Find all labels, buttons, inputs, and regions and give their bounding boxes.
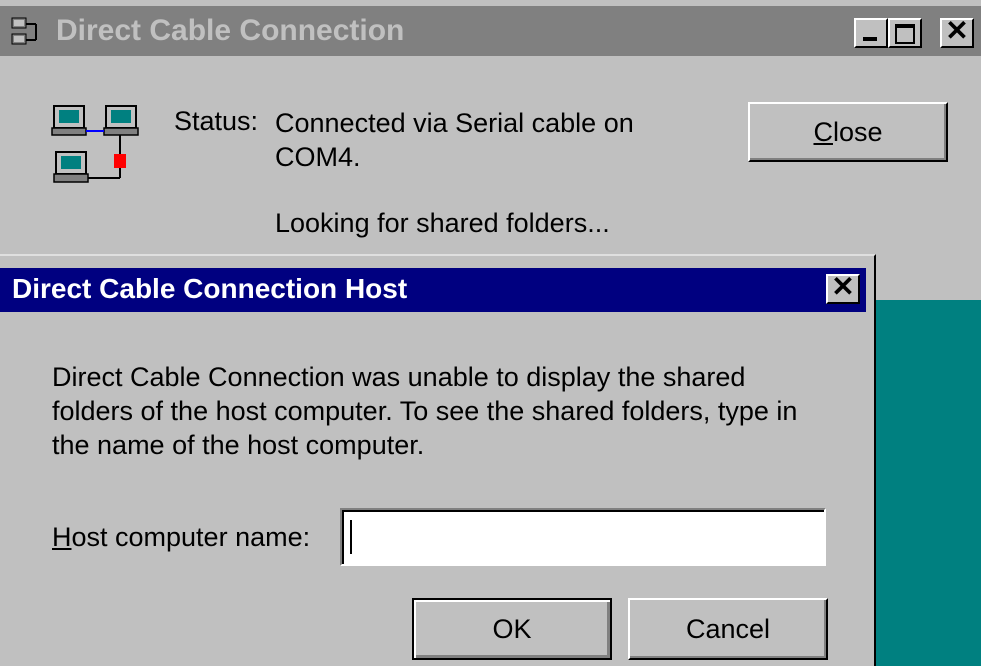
host-label-rest: ost computer name: — [71, 522, 311, 552]
close-icon: ✕ — [831, 271, 855, 302]
close-button[interactable]: Close — [748, 102, 948, 162]
ok-button[interactable]: OK — [412, 598, 612, 660]
network-computers-icon — [11, 17, 37, 45]
host-computer-name-label: Host computer name: — [52, 522, 310, 553]
close-window-button[interactable]: ✕ — [940, 15, 974, 48]
looking-for-folders-text: Looking for shared folders... — [275, 208, 610, 238]
host-dialog-message: Direct Cable Connection was unable to di… — [52, 362, 798, 460]
host-dialog-close-button[interactable]: ✕ — [826, 271, 860, 304]
host-dialog: Direct Cable Connection Host ✕ Direct Ca… — [0, 254, 876, 666]
status-text: Connected via Serial cable on COM4. — [275, 108, 634, 172]
host-dialog-title: Direct Cable Connection Host — [12, 273, 408, 304]
cable-connection-icon — [51, 105, 139, 183]
close-label-rest: lose — [832, 117, 883, 147]
text-caret — [350, 520, 352, 554]
close-icon: ✕ — [945, 15, 969, 46]
host-computer-name-input[interactable] — [340, 508, 826, 566]
back-window-titlebar[interactable]: Direct Cable Connection ✕ — [0, 6, 981, 56]
maximize-button[interactable] — [888, 18, 922, 48]
back-window-title: Direct Cable Connection — [56, 14, 405, 47]
status-label: Status: — [174, 106, 259, 136]
close-mnemonic: C — [813, 117, 833, 147]
host-label-mnemonic: H — [52, 522, 72, 552]
host-dialog-titlebar[interactable]: Direct Cable Connection Host ✕ — [0, 268, 866, 312]
minimize-button[interactable] — [854, 18, 888, 48]
cancel-button[interactable]: Cancel — [628, 598, 828, 660]
